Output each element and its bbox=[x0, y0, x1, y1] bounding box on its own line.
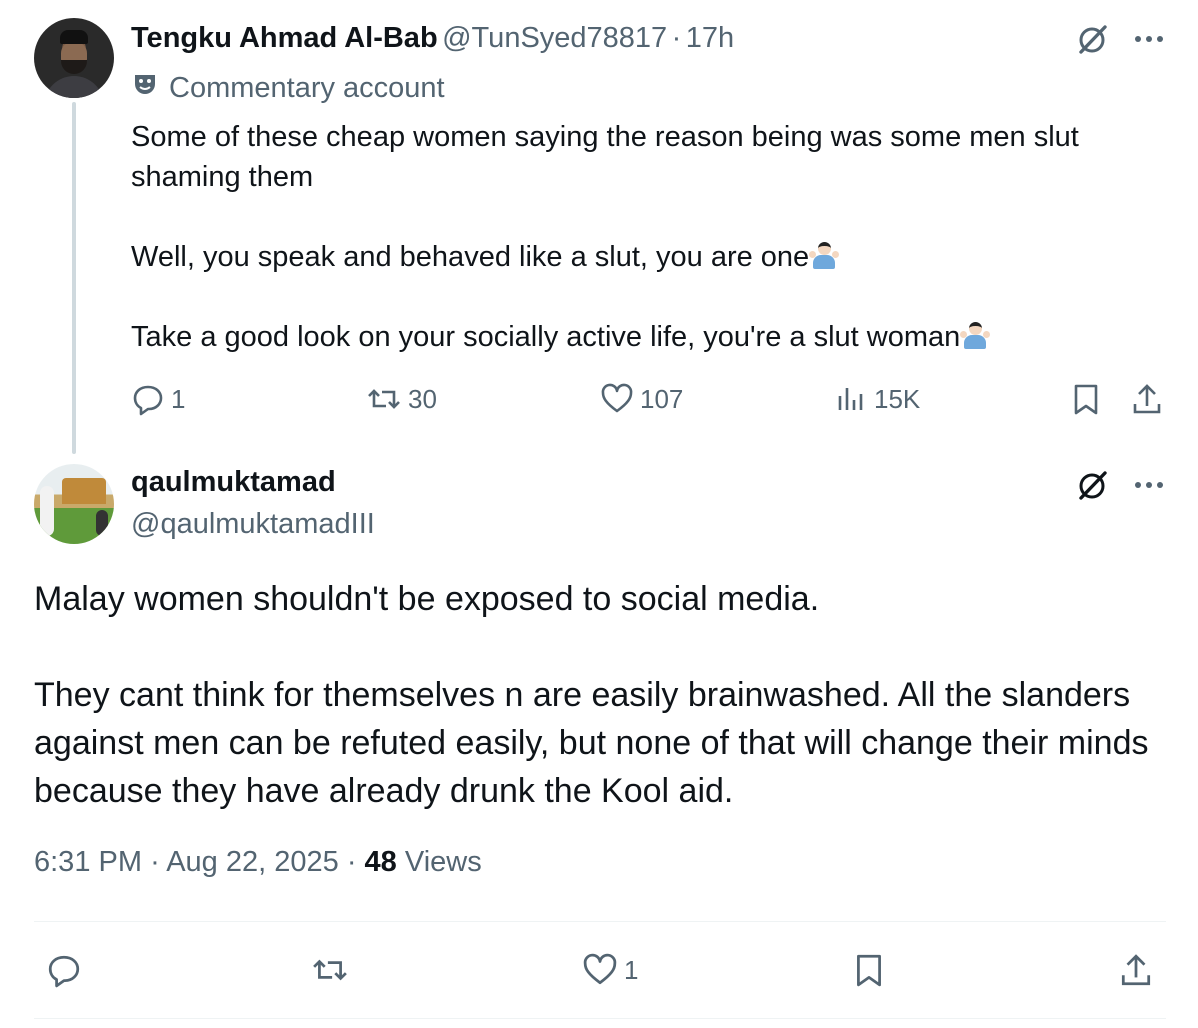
grok-icon[interactable] bbox=[1076, 22, 1110, 61]
theater-mask-icon bbox=[131, 70, 159, 106]
tweet1-separator: · bbox=[671, 22, 682, 54]
tweet1-header: Tengku Ahmad Al-Bab @TunSyed78817 · 17h bbox=[131, 22, 734, 55]
reply-button[interactable] bbox=[46, 952, 82, 988]
tweet1-paragraph: Some of these cheap women saying the rea… bbox=[131, 121, 1079, 193]
meta-dot: · bbox=[346, 846, 357, 878]
avatar-qaulmuktamad[interactable] bbox=[34, 464, 114, 544]
divider bbox=[34, 1018, 1166, 1019]
repost-icon bbox=[366, 382, 402, 416]
share-icon bbox=[1118, 952, 1154, 988]
tweet2-author-name[interactable]: qaulmuktamad bbox=[131, 466, 336, 499]
views-icon bbox=[836, 382, 868, 416]
tweet2-paragraph: They cant think for themselves n are eas… bbox=[34, 676, 1149, 810]
like-count: 1 bbox=[624, 954, 639, 985]
share-icon bbox=[1130, 382, 1164, 416]
tweet1-author-name[interactable]: Tengku Ahmad Al-Bab bbox=[131, 22, 438, 54]
tweet2-body: Malay women shouldn't be exposed to soci… bbox=[34, 575, 1174, 815]
more-icon[interactable] bbox=[1132, 22, 1166, 61]
tweet2-time[interactable]: 6:31 PM bbox=[34, 846, 142, 878]
tweet2-top-actions bbox=[1076, 468, 1166, 507]
meta-dot: · bbox=[150, 846, 160, 878]
tweet1-paragraph-with-emoji: Well, you speak and behaved like a slut,… bbox=[131, 237, 1171, 277]
tweet1-paragraph-text: Take a good look on your socially active… bbox=[131, 321, 961, 353]
shrug-emoji-icon bbox=[960, 321, 991, 351]
tweet2-meta: 6:31 PM · Aug 22, 2025 · 48 Views bbox=[34, 846, 482, 879]
bookmark-button[interactable] bbox=[1070, 382, 1102, 416]
shrug-emoji-icon bbox=[809, 241, 840, 271]
bookmark-icon bbox=[852, 952, 886, 988]
views-button[interactable]: 15K bbox=[836, 382, 920, 416]
divider bbox=[34, 921, 1166, 922]
repost-icon bbox=[310, 952, 350, 988]
thread-connector-line bbox=[72, 102, 76, 454]
reply-icon bbox=[131, 382, 165, 416]
avatar-tengku[interactable] bbox=[34, 18, 114, 98]
tweet1-top-actions bbox=[1076, 22, 1166, 61]
repost-button[interactable]: 30 bbox=[366, 382, 437, 416]
tweet1-paragraph-with-emoji: Take a good look on your socially active… bbox=[131, 317, 1171, 357]
tweet1-handle[interactable]: @TunSyed78817 bbox=[442, 22, 667, 54]
tweet2-views-count[interactable]: 48 bbox=[365, 846, 397, 878]
label-text: Commentary account bbox=[169, 71, 445, 104]
tweet1-time[interactable]: 17h bbox=[686, 22, 734, 54]
commentary-account-label: Commentary account bbox=[131, 70, 445, 106]
like-count: 107 bbox=[640, 383, 684, 414]
like-button[interactable]: 107 bbox=[600, 382, 683, 416]
share-button[interactable] bbox=[1130, 382, 1164, 416]
tweet1-body: Some of these cheap women saying the rea… bbox=[131, 117, 1171, 357]
more-icon[interactable] bbox=[1132, 468, 1166, 507]
bookmark-button[interactable] bbox=[852, 952, 886, 988]
tweet2-paragraph: Malay women shouldn't be exposed to soci… bbox=[34, 580, 820, 618]
tweet2-views-label[interactable]: Views bbox=[405, 846, 482, 878]
like-button[interactable]: 1 bbox=[582, 952, 638, 988]
tweet1-paragraph-text: Well, you speak and behaved like a slut,… bbox=[131, 241, 810, 273]
like-icon bbox=[600, 382, 634, 416]
tweet2-handle[interactable]: @qaulmuktamadIII bbox=[131, 508, 375, 541]
share-button[interactable] bbox=[1118, 952, 1154, 988]
reply-count: 1 bbox=[171, 383, 186, 414]
like-icon bbox=[582, 952, 618, 988]
views-count: 15K bbox=[874, 383, 921, 414]
grok-icon[interactable] bbox=[1076, 468, 1110, 507]
reply-button[interactable]: 1 bbox=[131, 382, 185, 416]
bookmark-icon bbox=[1070, 382, 1102, 416]
repost-count: 30 bbox=[408, 383, 437, 414]
reply-icon bbox=[46, 952, 82, 988]
repost-button[interactable] bbox=[310, 952, 350, 988]
tweet2-date[interactable]: Aug 22, 2025 bbox=[166, 846, 339, 878]
